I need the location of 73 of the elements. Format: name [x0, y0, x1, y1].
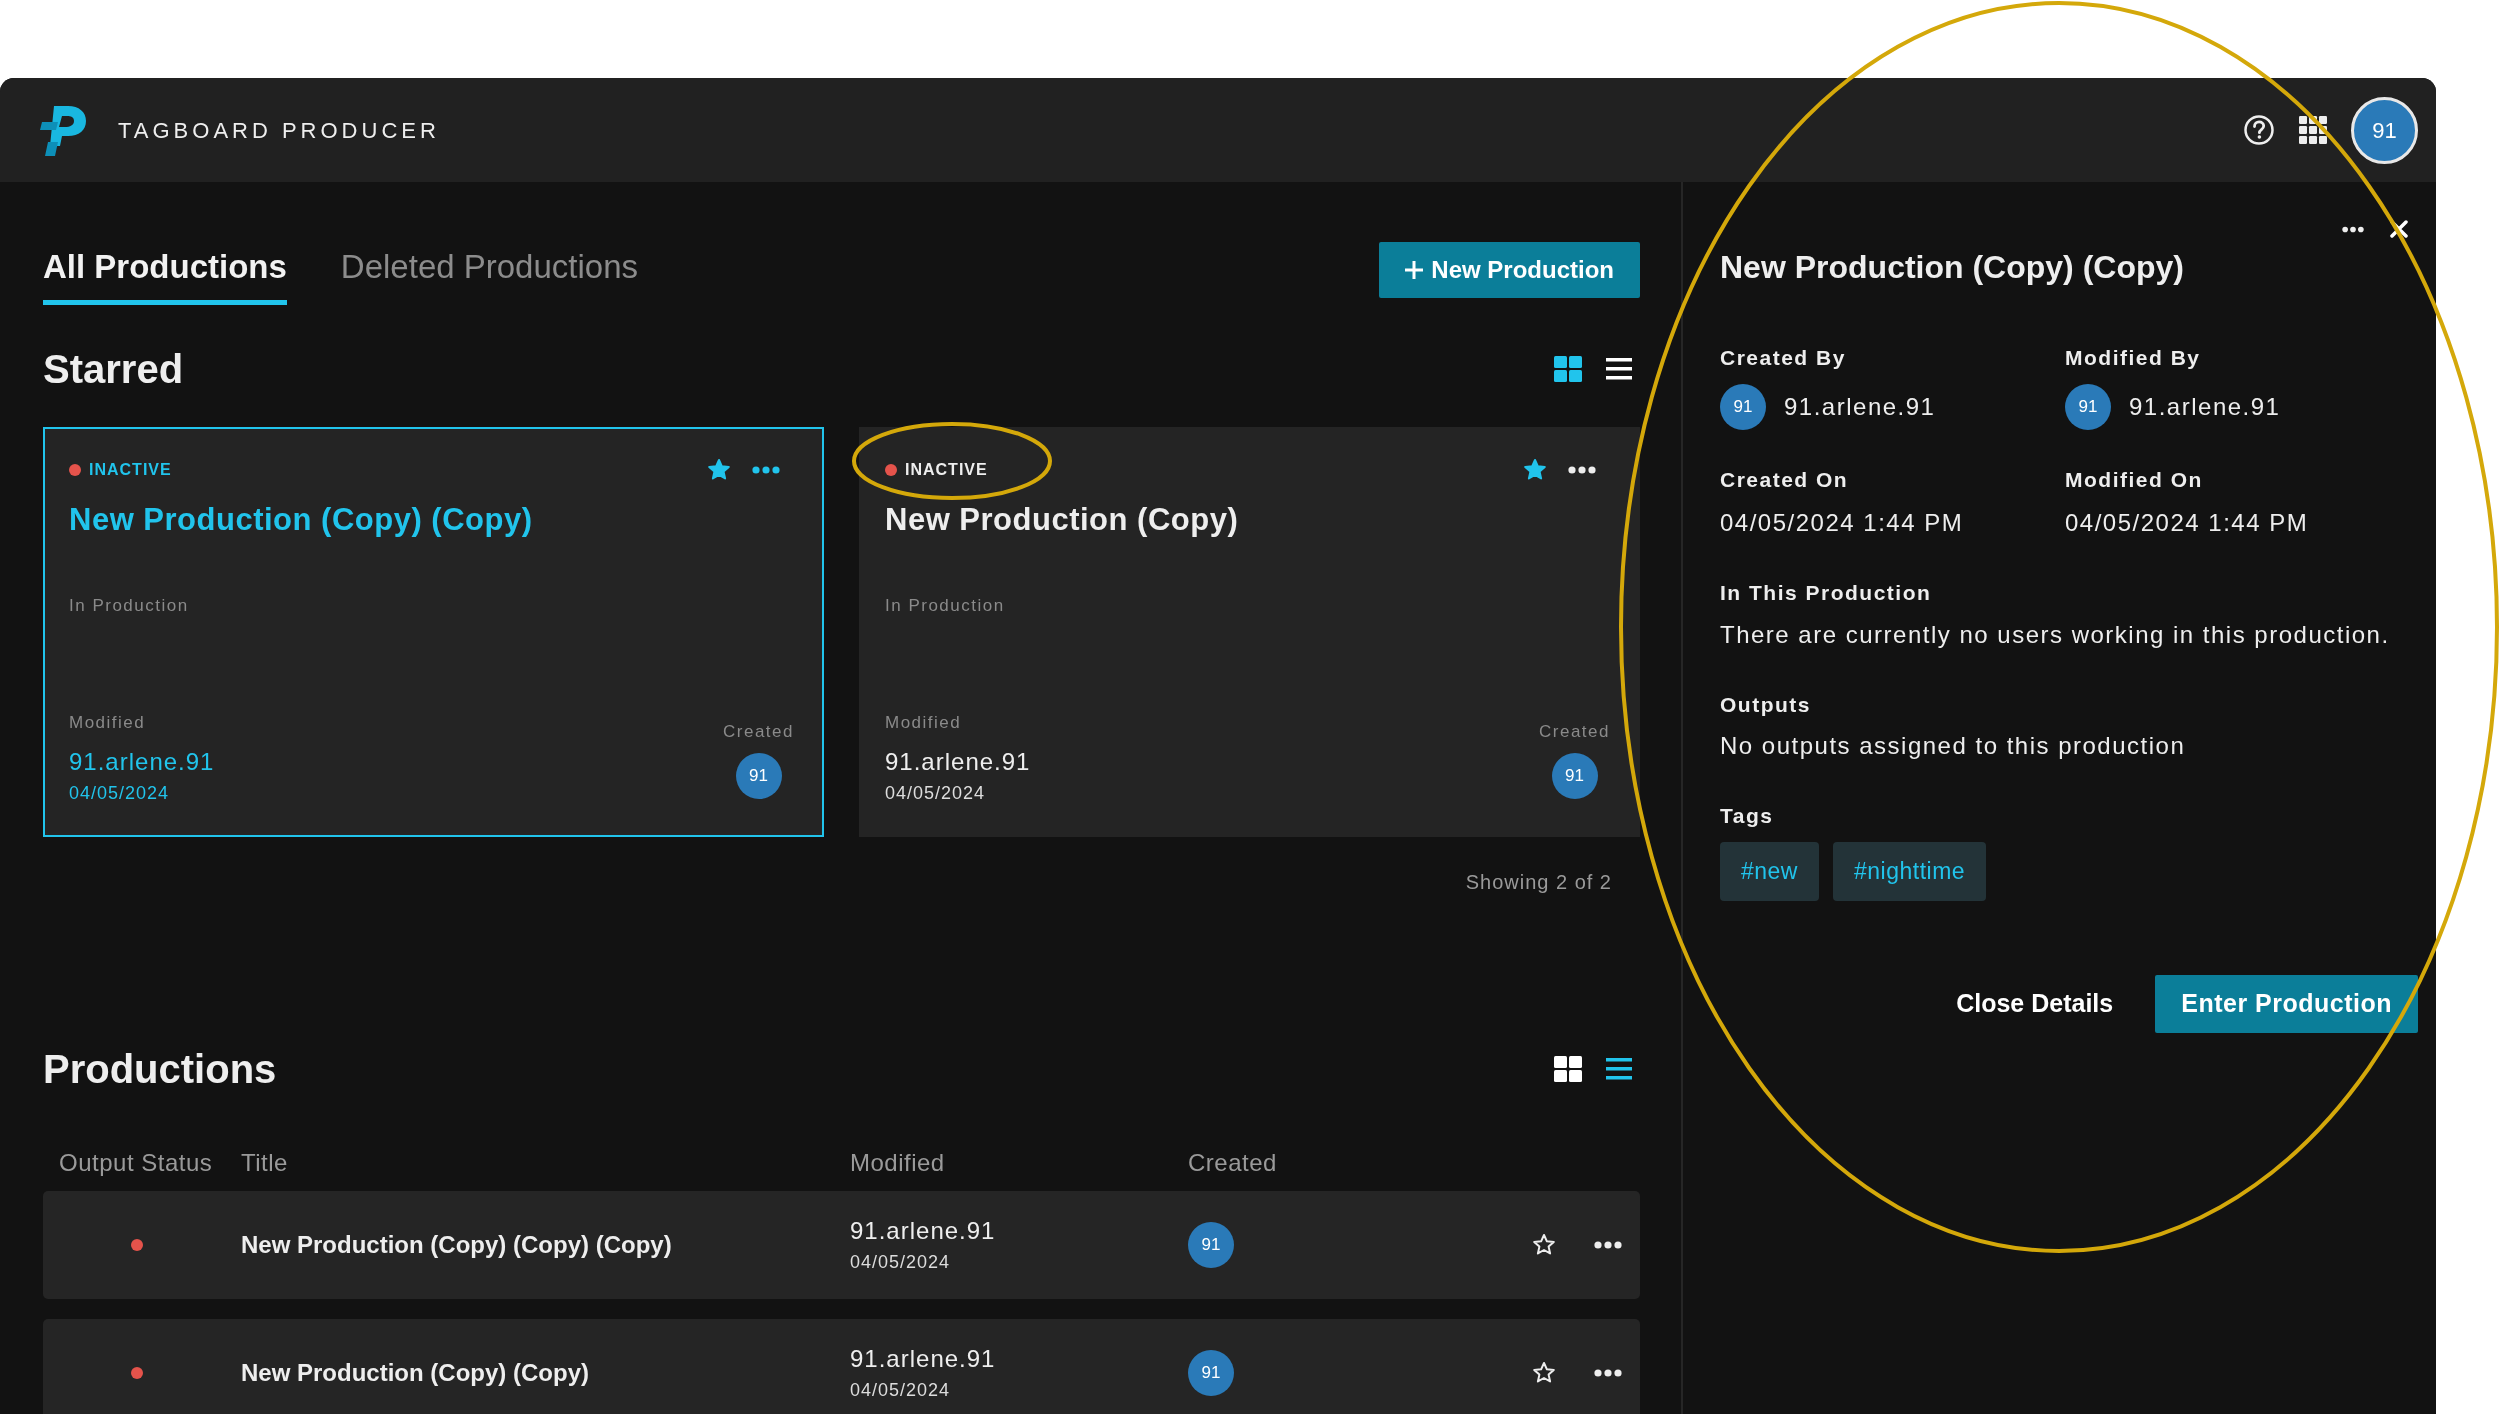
- tab[interactable]: Deleted Productions: [340, 242, 639, 305]
- close-icon[interactable]: [2390, 220, 2408, 238]
- user-avatar: 91: [2065, 383, 2111, 430]
- section-heading: Productions: [43, 1045, 277, 1093]
- section-heading: Starred: [43, 345, 184, 393]
- close-details-button[interactable]: Close Details: [1950, 984, 2120, 1024]
- status-label: INACTIVE: [905, 459, 988, 480]
- table-row[interactable]: New Production (Copy) (Copy) (Copy) 91.arlene.91 04/05/2024 91: [43, 1190, 1640, 1299]
- list-view-icon[interactable]: [1606, 357, 1632, 380]
- modified-date: 04/05/2024: [850, 1251, 952, 1274]
- more-icon[interactable]: [1594, 1368, 1622, 1377]
- modifier-name: 91.arlene.91: [885, 746, 1031, 777]
- modifier-name: 91.arlene.91: [850, 1216, 997, 1246]
- apps-grid-icon[interactable]: [2299, 116, 2327, 144]
- modified-date: 04/05/2024: [850, 1379, 952, 1402]
- tag[interactable]: #nighttime: [1833, 841, 1987, 901]
- field-label: Modified On: [2065, 466, 2204, 493]
- row-title: New Production (Copy) (Copy): [241, 1357, 590, 1388]
- grid-view-icon[interactable]: [1554, 355, 1582, 382]
- section-label: In This Production: [1720, 580, 1933, 607]
- panel-title: New Production (Copy) (Copy): [1720, 248, 2185, 287]
- status-label: INACTIVE: [89, 459, 172, 480]
- column-header: Created: [1188, 1147, 1278, 1178]
- field-label: Created By: [1720, 345, 1847, 372]
- created-label: Created: [1539, 721, 1610, 743]
- production-card[interactable]: INACTIVE New Production (Copy) (Copy) In Production Modified 91.arlene.91 04/05/2024 Created 91: [43, 426, 824, 837]
- field-value: 04/05/2024 1:44 PM: [1720, 508, 1965, 539]
- user-avatar: 91: [1188, 1349, 1234, 1396]
- enter-production-button[interactable]: Enter Production: [2155, 974, 2418, 1033]
- modified-date: 04/05/2024: [69, 781, 171, 805]
- user-avatar: 91: [1551, 752, 1598, 799]
- modified-label: Modified: [885, 712, 963, 734]
- field-label: Created On: [1720, 466, 1850, 493]
- table-row[interactable]: New Production (Copy) (Copy) 91.arlene.91 04/05/2024 91: [43, 1318, 1640, 1414]
- more-icon[interactable]: [752, 465, 780, 474]
- list-view-icon[interactable]: [1606, 1057, 1632, 1080]
- row-title: New Production (Copy) (Copy) (Copy): [241, 1229, 673, 1260]
- modified-date: 04/05/2024: [885, 781, 987, 805]
- user-avatar: 91: [1720, 383, 1766, 430]
- more-icon[interactable]: [1594, 1240, 1622, 1249]
- plus-icon: [1405, 261, 1424, 279]
- column-header: Modified: [850, 1147, 946, 1178]
- new-production-button[interactable]: New Production: [1379, 242, 1640, 298]
- section-label: In Production: [69, 595, 190, 617]
- tags-label: Tags: [1720, 803, 1775, 830]
- user-avatar[interactable]: 91: [2351, 96, 2418, 164]
- user-avatar: 91: [735, 752, 782, 799]
- help-icon[interactable]: [2243, 114, 2275, 146]
- grid-view-icon[interactable]: [1554, 1055, 1582, 1082]
- modified-label: Modified: [69, 712, 147, 734]
- section-text: There are currently no users working in this production.: [1720, 619, 2391, 650]
- section-label: In Production: [885, 595, 1006, 617]
- more-icon[interactable]: [2342, 225, 2364, 233]
- user-name: 91.arlene.91: [1784, 391, 1936, 422]
- app-title: TAGBOARD PRODUCER: [118, 116, 440, 145]
- section-label: Outputs: [1720, 691, 1812, 718]
- column-header: Title: [241, 1147, 289, 1178]
- card-title: New Production (Copy) (Copy): [69, 500, 534, 539]
- production-card[interactable]: INACTIVE New Production (Copy) In Production Modified 91.arlene.91 04/05/2024 Created 91: [859, 426, 1640, 837]
- modifier-name: 91.arlene.91: [850, 1344, 997, 1374]
- results-count: Showing 2 of 2: [1465, 869, 1612, 895]
- more-icon[interactable]: [1568, 465, 1596, 474]
- user-avatar: 91: [1188, 1221, 1234, 1268]
- tab[interactable]: All Productions: [43, 242, 287, 305]
- modifier-name: 91.arlene.91: [69, 746, 215, 777]
- column-header: Output Status: [58, 1147, 214, 1178]
- user-name: 91.arlene.91: [2129, 391, 2281, 422]
- field-label: Modified By: [2065, 345, 2202, 372]
- tag[interactable]: #new: [1720, 841, 1819, 901]
- created-label: Created: [723, 721, 794, 743]
- field-value: 04/05/2024 1:44 PM: [2065, 508, 2310, 539]
- section-text: No outputs assigned to this production: [1720, 731, 2187, 762]
- card-title: New Production (Copy): [885, 500, 1240, 539]
